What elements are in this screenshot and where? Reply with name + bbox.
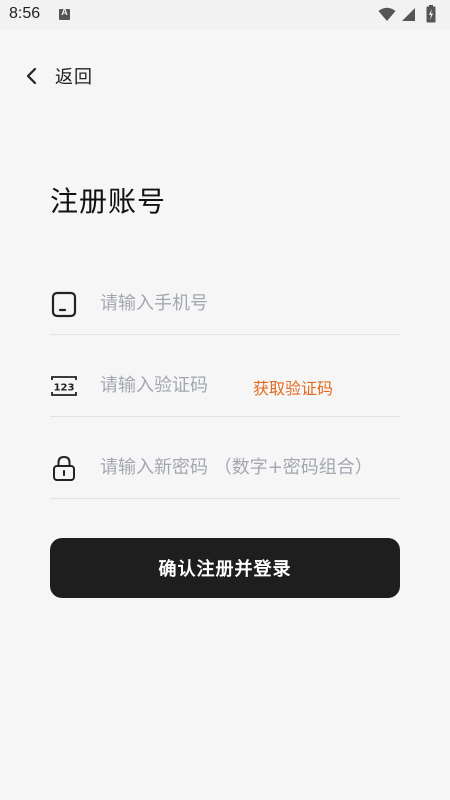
register-login-label: 确认注册并登录 (158, 559, 292, 580)
password-input[interactable] (100, 452, 390, 482)
phone-icon (51, 291, 77, 318)
code-field-row: 123 获取验证码 (50, 364, 400, 417)
code-input[interactable] (100, 370, 250, 400)
get-code-button[interactable]: 获取验证码 (253, 375, 333, 399)
back-button[interactable]: 返回 (22, 62, 93, 90)
notification-a-icon: A (59, 7, 70, 20)
battery-icon (426, 5, 436, 23)
lock-icon (53, 455, 75, 481)
wifi-icon (378, 7, 396, 21)
chevron-left-icon (26, 67, 37, 85)
phone-input[interactable] (100, 288, 390, 318)
password-field-row (50, 446, 400, 499)
number-code-icon: 123 (51, 376, 77, 396)
notification-letter: A (61, 7, 68, 17)
number-code-icon-text: 123 (54, 383, 75, 394)
phone-field-row (50, 282, 400, 335)
register-login-button[interactable]: 确认注册并登录 (50, 538, 400, 598)
signal-icon (402, 8, 415, 21)
back-label: 返回 (55, 67, 93, 88)
page-title: 注册账号 (50, 185, 167, 218)
status-time: 8:56 (9, 5, 41, 22)
status-bar: 8:56 A (0, 0, 450, 30)
